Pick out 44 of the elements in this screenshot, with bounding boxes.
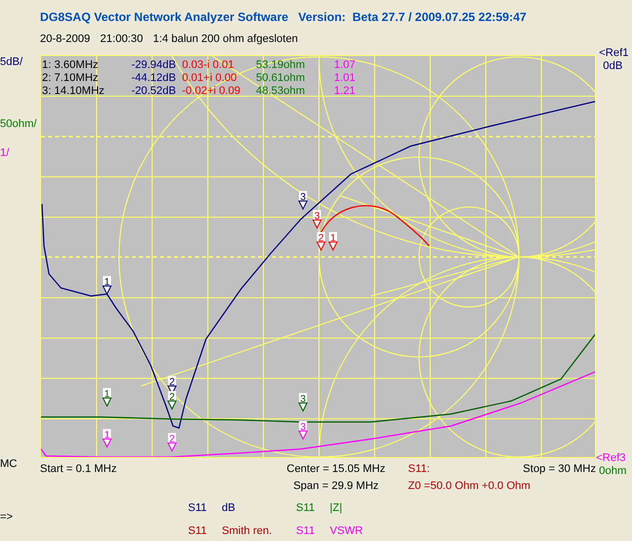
scale-label: 5dB/ xyxy=(0,56,24,69)
impedance-value: 0.0 Ohm xyxy=(488,479,530,494)
legend-parameter: S11 xyxy=(296,524,315,538)
legend-trace: Smith ren. xyxy=(222,524,272,538)
marker-readout: 1.21 xyxy=(333,85,356,98)
legend-trace: VSWR xyxy=(330,524,363,538)
scale-label: 1/ xyxy=(0,147,10,160)
window-title: DG8SAQ Vector Network Analyzer Software Version: Beta 27.7 / 2009.07.25 22:59:47 xyxy=(40,9,528,25)
command-prompt: => xyxy=(0,511,13,523)
reference-label: <Ref1 xyxy=(599,47,630,60)
marker-readout: 0.03-i 0.01 xyxy=(182,59,235,72)
marker-readout: 3: 14.10MHz xyxy=(42,85,106,98)
marker-readout: 1.01 xyxy=(333,72,356,85)
reference-label: 0ohm xyxy=(598,465,628,478)
sweep-stop-label: Stop = 30 MHz xyxy=(522,462,596,477)
marker-readout: -20.52dB xyxy=(130,85,177,98)
sweep-span-label: Span = 29.9 MHz xyxy=(293,479,379,494)
marker-readout: 0.01+i 0.00 xyxy=(182,72,238,85)
mode-label: MC xyxy=(0,458,18,470)
marker-readout: -29.94dB xyxy=(130,59,177,72)
marker-readout: -44.12dB xyxy=(130,72,177,85)
marker-readout: 50.61ohm xyxy=(255,72,306,85)
legend-trace: |Z| xyxy=(330,501,342,515)
impedance-label: S11: xyxy=(408,462,431,477)
legend-trace: dB xyxy=(222,501,236,515)
reference-label: <Ref3 xyxy=(596,452,627,465)
reference-label: 0dB xyxy=(602,60,624,73)
legend-parameter: S11 xyxy=(188,524,207,538)
marker-readout: 2: 7.10MHz xyxy=(42,72,100,85)
measurement-note: 1:4 balun 200 ohm afgesloten xyxy=(152,33,298,46)
marker-readout: 1.07 xyxy=(333,59,356,72)
date-label: 20-8-2009 xyxy=(40,33,90,46)
time-label: 21:00:30 xyxy=(100,33,143,46)
impedance-label: Z0 = xyxy=(408,479,430,494)
marker-readout: -0.02+i 0.09 xyxy=(182,85,242,98)
sweep-start-label: Start = 0.1 MHz xyxy=(40,462,118,477)
sweep-center-label: Center = 15.05 MHz xyxy=(286,462,386,477)
impedance-value: 50.0 Ohm + xyxy=(430,479,488,494)
marker-readout: 53.19ohm xyxy=(255,59,306,72)
legend-parameter: S11 xyxy=(296,501,315,515)
legend-parameter: S11 xyxy=(188,501,207,515)
scale-label: 50ohm/ xyxy=(0,118,38,131)
marker-readout: 1: 3.60MHz xyxy=(42,59,100,72)
marker-readout: 48.53ohm xyxy=(255,85,306,98)
